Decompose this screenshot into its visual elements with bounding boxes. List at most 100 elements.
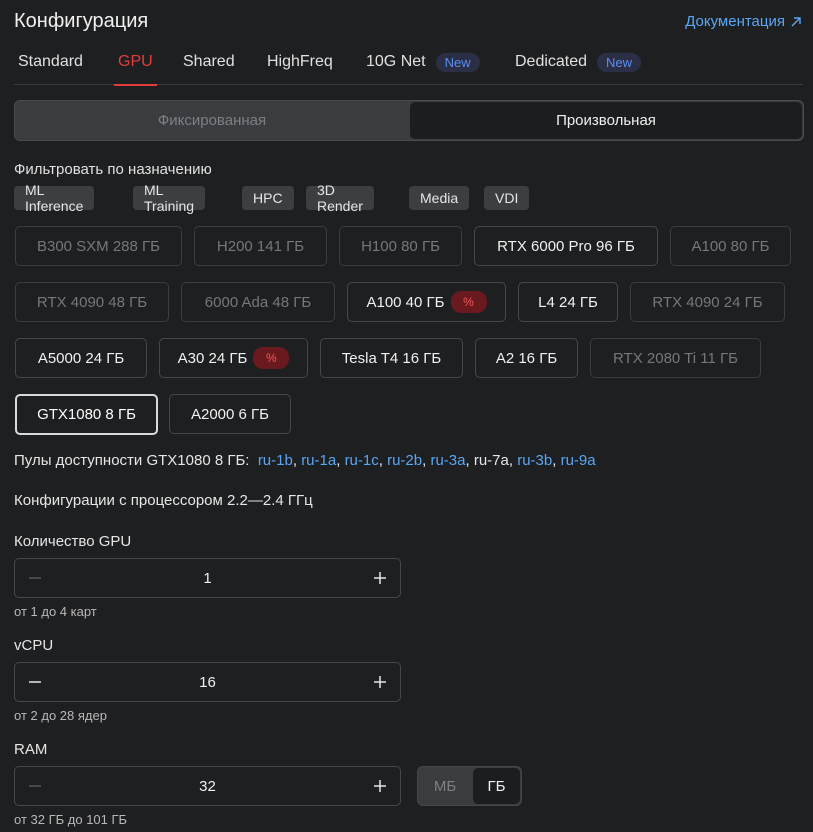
config-mode-toggle: Фиксированная Произвольная [14, 100, 804, 141]
pools-prefix: Пулы доступности GTX1080 8 ГБ: [14, 452, 250, 469]
tab-label: 10G Net [366, 53, 426, 70]
gpu-option-rtx-2080-ti[interactable]: RTX 2080 Ti 11 ГБ [590, 338, 761, 378]
filter-chip-hpc[interactable]: HPC [242, 186, 294, 210]
decrement-button[interactable] [15, 663, 55, 701]
gpu-count-value[interactable]: 1 [55, 559, 360, 597]
tab-label: Dedicated [515, 53, 588, 70]
gpu-label: RTX 4090 24 ГБ [652, 293, 763, 311]
plus-icon [374, 572, 386, 584]
gpu-label: RTX 4090 48 ГБ [36, 293, 148, 311]
gpu-count-hint: от 1 до 4 карт [14, 604, 97, 619]
gpu-label: H100 80 ГБ [361, 237, 440, 255]
filter-chip-ml-inference[interactable]: ML Inference [14, 182, 95, 214]
gpu-label: H200 141 ГБ [216, 237, 305, 255]
header: Конфигурация Документация [14, 10, 803, 36]
tab-label: HighFreq [267, 53, 333, 70]
ram-value[interactable]: 32 [55, 767, 360, 805]
decrement-button[interactable] [15, 767, 55, 805]
page-title: Конфигурация [14, 10, 149, 32]
tab-shared[interactable]: Shared [183, 50, 235, 74]
discount-badge: % [450, 291, 487, 313]
gpu-label: A2 16 ГБ [495, 349, 558, 367]
pool-link-ru-9a[interactable]: ru-9a [561, 452, 596, 469]
filter-chip-ml-training[interactable]: ML Training [133, 182, 206, 214]
gpu-option-a2000[interactable]: A2000 6 ГБ [169, 394, 291, 434]
availability-pools: Пулы доступности GTX1080 8 ГБ: ru-1b, ru… [14, 452, 596, 469]
tab-highfreq[interactable]: HighFreq [267, 50, 333, 74]
increment-button[interactable] [360, 663, 400, 701]
gpu-label: A100 80 ГБ [691, 237, 770, 255]
pool-link-ru-1c[interactable]: ru-1c [345, 452, 379, 469]
gpu-option-6000-ada[interactable]: 6000 Ada 48 ГБ [181, 282, 335, 322]
gpu-label: Tesla T4 16 ГБ [341, 349, 442, 367]
filter-chip-3d-render[interactable]: 3D Render [306, 182, 374, 214]
pool-link-ru-1a[interactable]: ru-1a [301, 452, 336, 469]
custom-mode-button[interactable]: Произвольная [410, 102, 802, 139]
gpu-option-rtx-4090-24[interactable]: RTX 4090 24 ГБ [630, 282, 785, 322]
tab-standard[interactable]: Standard [18, 50, 83, 74]
increment-button[interactable] [360, 767, 400, 805]
gpu-option-tesla-t4[interactable]: Tesla T4 16 ГБ [320, 338, 463, 378]
tab-gpu[interactable]: GPU [114, 50, 157, 86]
tab-label: GPU [118, 53, 153, 70]
unit-mb-button[interactable]: МБ [418, 767, 472, 805]
discount-badge: % [253, 347, 290, 369]
gpu-label: A5000 24 ГБ [37, 349, 125, 367]
vcpu-stepper: 16 [14, 662, 401, 702]
plus-icon [374, 676, 386, 688]
tab-10g-net[interactable]: 10G Net New [366, 50, 480, 74]
tab-label: Shared [183, 53, 235, 70]
gpu-option-a2[interactable]: A2 16 ГБ [475, 338, 578, 378]
gpu-option-rtx-6000-pro[interactable]: RTX 6000 Pro 96 ГБ [474, 226, 658, 266]
minus-icon [29, 681, 41, 683]
gpu-count-label: Количество GPU [14, 533, 132, 550]
documentation-link-label: Документация [685, 13, 785, 30]
increment-button[interactable] [360, 559, 400, 597]
gpu-label: A2000 6 ГБ [190, 405, 270, 423]
gpu-label: A100 40 ГБ [366, 293, 445, 311]
vcpu-label: vCPU [14, 637, 54, 654]
gpu-label: A30 24 ГБ [177, 349, 248, 367]
gpu-label: B300 SXM 288 ГБ [36, 237, 161, 255]
vcpu-hint: от 2 до 28 ядер [14, 708, 107, 723]
cpu-info: Конфигурации с процессором 2.2—2.4 ГГц [14, 492, 313, 509]
gpu-option-rtx-4090-48[interactable]: RTX 4090 48 ГБ [15, 282, 169, 322]
gpu-label: RTX 6000 Pro 96 ГБ [497, 237, 635, 255]
gpu-option-a5000[interactable]: A5000 24 ГБ [15, 338, 147, 378]
ram-stepper: 32 [14, 766, 401, 806]
gpu-label: 6000 Ada 48 ГБ [204, 293, 312, 311]
decrement-button[interactable] [15, 559, 55, 597]
ram-hint: от 32 ГБ до 101 ГБ [14, 812, 128, 827]
gpu-option-h200[interactable]: H200 141 ГБ [194, 226, 327, 266]
pool-link-ru-3a[interactable]: ru-3a [430, 452, 465, 469]
external-arrow-icon [791, 16, 801, 26]
ram-unit-toggle: МБ ГБ [417, 766, 522, 806]
documentation-link[interactable]: Документация [685, 13, 803, 30]
fixed-mode-button[interactable]: Фиксированная [15, 101, 409, 140]
gpu-label: L4 24 ГБ [538, 293, 598, 311]
filter-chip-media[interactable]: Media [409, 186, 470, 210]
filter-label: Фильтровать по назначению [14, 161, 212, 178]
gpu-count-stepper: 1 [14, 558, 401, 598]
unit-gb-button[interactable]: ГБ [473, 768, 520, 804]
pool-link-ru-1b[interactable]: ru-1b [258, 452, 293, 469]
gpu-option-b300[interactable]: B300 SXM 288 ГБ [15, 226, 182, 266]
gpu-option-l4[interactable]: L4 24 ГБ [518, 282, 618, 322]
gpu-option-a30[interactable]: A30 24 ГБ% [159, 338, 308, 378]
minus-icon [29, 785, 41, 787]
vcpu-value[interactable]: 16 [55, 663, 360, 701]
ram-label: RAM [14, 741, 48, 758]
pool-link-ru-2b[interactable]: ru-2b [387, 452, 422, 469]
filter-chip-vdi[interactable]: VDI [484, 186, 530, 210]
tab-dedicated[interactable]: Dedicated New [515, 50, 642, 74]
pool-link-ru-3b[interactable]: ru-3b [517, 452, 552, 469]
plus-icon [374, 780, 386, 792]
gpu-option-gtx1080[interactable]: GTX1080 8 ГБ [15, 394, 158, 435]
minus-icon [29, 577, 41, 579]
pool-ru-7a: ru-7a [473, 452, 509, 469]
gpu-option-a100-40[interactable]: A100 40 ГБ% [347, 282, 506, 322]
gpu-option-h100[interactable]: H100 80 ГБ [339, 226, 462, 266]
gpu-option-a100-80[interactable]: A100 80 ГБ [670, 226, 791, 266]
gpu-label: RTX 2080 Ti 11 ГБ [613, 349, 738, 367]
new-badge: New [435, 52, 480, 72]
